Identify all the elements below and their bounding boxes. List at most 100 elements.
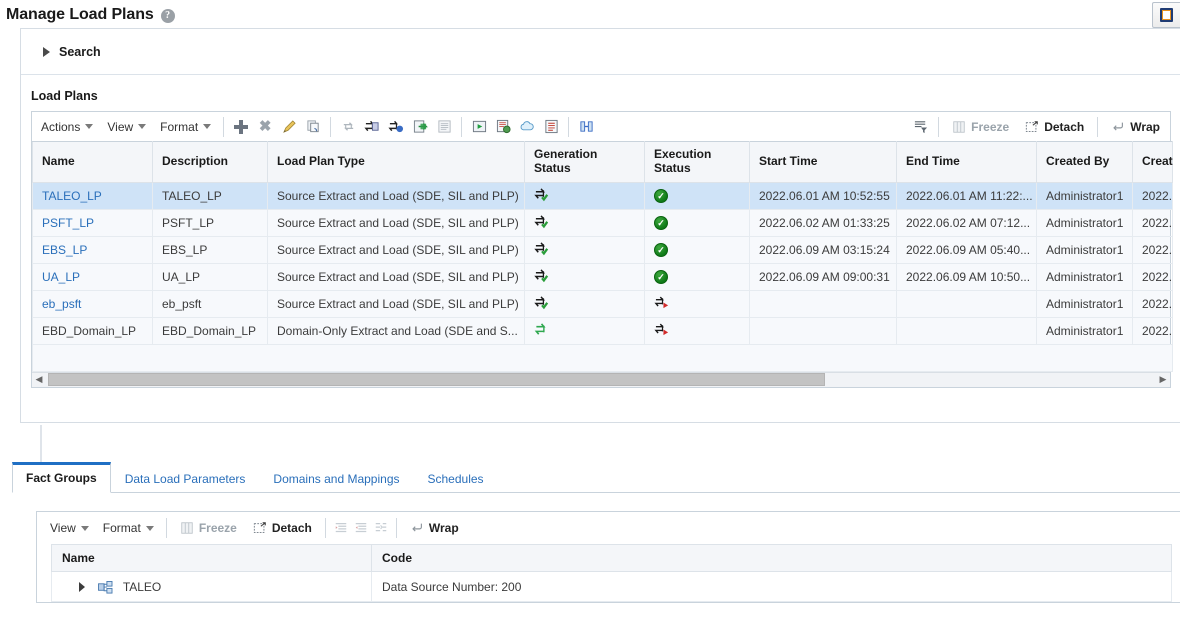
cell-created: 2022.0 — [1132, 236, 1173, 264]
cell-generation-status — [524, 182, 645, 210]
detach-button[interactable]: Detach — [1017, 117, 1092, 137]
grid-horizontal-scrollbar[interactable]: ◀ ▶ — [32, 371, 1170, 387]
wrap-button[interactable]: Wrap — [1103, 117, 1168, 137]
cell-name[interactable]: TALEO_LP — [32, 182, 153, 210]
freeze-icon — [181, 522, 193, 534]
fact-groups-detach-button[interactable]: Detach — [245, 518, 320, 538]
actions-menu[interactable]: Actions — [34, 117, 100, 137]
triangle-right-icon[interactable]: ▶ — [1156, 374, 1170, 385]
help-icon[interactable]: ? — [160, 8, 175, 23]
collapse-all-button[interactable] — [331, 519, 351, 537]
cell-name[interactable]: UA_LP — [32, 263, 153, 291]
column-header-created-by[interactable]: Created By — [1036, 141, 1133, 183]
table-row[interactable]: PSFT_LP PSFT_LP Source Extract and Load … — [32, 209, 1173, 237]
cell-code: Data Source Number: 200 — [371, 571, 1172, 602]
grid-filler-row — [32, 344, 1173, 372]
column-header-name[interactable]: Name — [32, 141, 153, 183]
column-header-load-plan-type[interactable]: Load Plan Type — [267, 141, 525, 183]
duplicate-button[interactable] — [301, 116, 325, 138]
edit-pencil-icon — [282, 120, 296, 133]
export-button[interactable] — [408, 116, 432, 138]
edit-button[interactable] — [277, 116, 301, 138]
not-started-icon — [654, 296, 669, 308]
cell-name[interactable]: EBS_LP — [32, 236, 153, 264]
search-section-header[interactable]: Search — [21, 29, 1180, 75]
load-plan-link[interactable]: EBS_LP — [42, 243, 87, 257]
cell-load-plan-type: Source Extract and Load (SDE, SIL and PL… — [267, 209, 525, 237]
chevron-down-icon — [80, 525, 89, 531]
load-plans-title: Load Plans — [31, 89, 98, 103]
column-header-execution-status[interactable]: Execution Status — [644, 141, 750, 183]
table-row[interactable]: TALEO Data Source Number: 200 — [51, 571, 1172, 602]
triangle-right-icon[interactable] — [79, 582, 86, 593]
checklist-button[interactable] — [539, 116, 563, 138]
fact-groups-format-menu[interactable]: Format — [96, 518, 161, 538]
execute-button[interactable] — [467, 116, 491, 138]
tab-fact-groups[interactable]: Fact Groups — [12, 462, 111, 493]
window-restore-icon — [1160, 8, 1173, 22]
table-row[interactable]: EBS_LP EBS_LP Source Extract and Load (S… — [32, 236, 1173, 264]
column-header-end-time[interactable]: End Time — [896, 141, 1037, 183]
success-check-icon: ✓ — [654, 189, 668, 204]
table-row[interactable]: TALEO_LP TALEO_LP Source Extract and Loa… — [32, 182, 1173, 210]
cell-name[interactable]: TALEO — [51, 571, 372, 602]
format-menu-label: Format — [160, 119, 199, 134]
cell-load-plan-type: Source Extract and Load (SDE, SIL and PL… — [267, 290, 525, 318]
success-check-icon: ✓ — [654, 243, 668, 258]
toolbar-separator — [938, 116, 940, 137]
column-header-created[interactable]: Creat — [1132, 141, 1173, 183]
format-menu[interactable]: Format — [153, 117, 218, 137]
column-header-generation-status[interactable]: Generation Status — [524, 141, 645, 183]
cell-load-plan-type: Source Extract and Load (SDE, SIL and PL… — [267, 263, 525, 291]
expand-all-button[interactable] — [351, 519, 371, 537]
view-menu[interactable]: View — [100, 117, 153, 137]
chevron-down-icon — [138, 124, 147, 129]
triangle-left-icon[interactable]: ◀ — [32, 374, 46, 385]
cell-start-time: 2022.06.09 AM 09:00:31 — [749, 263, 897, 291]
load-plan-link[interactable]: UA_LP — [42, 270, 80, 284]
fact-groups-view-menu[interactable]: View — [43, 518, 96, 538]
delete-button[interactable]: ✖ — [253, 116, 277, 138]
fact-groups-wrap-button[interactable]: Wrap — [402, 518, 467, 538]
window-restore-button[interactable] — [1152, 2, 1180, 28]
column-header-start-time[interactable]: Start Time — [749, 141, 897, 183]
table-row[interactable]: EBD_Domain_LP EBD_Domain_LP Domain-Only … — [32, 317, 1173, 345]
tab-data-load-parameters[interactable]: Data Load Parameters — [111, 465, 260, 493]
scrollbar-track[interactable] — [46, 373, 1156, 387]
cell-name[interactable]: eb_psft — [32, 290, 153, 318]
refresh-button[interactable] — [336, 116, 360, 138]
panel-splitter-handle[interactable] — [40, 425, 42, 463]
success-check-icon: ✓ — [654, 216, 668, 231]
regenerate-button[interactable] — [384, 116, 408, 138]
toolbar-separator — [461, 116, 463, 137]
add-button[interactable] — [229, 116, 253, 138]
fact-group-icon — [97, 581, 113, 594]
restart-button[interactable] — [574, 116, 598, 138]
column-header-name[interactable]: Name — [51, 544, 372, 572]
cell-load-plan-type: Source Extract and Load (SDE, SIL and PL… — [267, 236, 525, 264]
table-row[interactable]: UA_LP UA_LP Source Extract and Load (SDE… — [32, 263, 1173, 291]
execute-with-options-button[interactable] — [491, 116, 515, 138]
query-filter-button[interactable] — [909, 116, 933, 138]
report-button[interactable] — [432, 116, 456, 138]
scrollbar-thumb[interactable] — [48, 373, 825, 387]
load-plan-link[interactable]: eb_psft — [42, 297, 81, 311]
tab-fact-groups-label: Fact Groups — [26, 471, 97, 485]
tab-schedules[interactable]: Schedules — [414, 465, 498, 493]
load-plan-link[interactable]: PSFT_LP — [42, 216, 94, 230]
upload-button[interactable] — [515, 116, 539, 138]
column-header-code[interactable]: Code — [371, 544, 1172, 572]
cell-name[interactable]: PSFT_LP — [32, 209, 153, 237]
generate-button[interactable] — [360, 116, 384, 138]
tab-domains-and-mappings[interactable]: Domains and Mappings — [259, 465, 413, 493]
cell-end-time: 2022.06.09 AM 10:50... — [896, 263, 1037, 291]
table-row[interactable]: eb_psft eb_psft Source Extract and Load … — [32, 290, 1173, 318]
show-as-top-button[interactable] — [371, 519, 391, 537]
fact-groups-freeze-button[interactable]: Freeze — [172, 518, 245, 538]
column-header-description[interactable]: Description — [152, 141, 268, 183]
freeze-button[interactable]: Freeze — [944, 117, 1017, 137]
cell-execution-status — [644, 317, 750, 345]
fact-groups-grid: Name Code TALEO Data Source Number: 200 — [51, 544, 1172, 602]
chevron-down-icon — [85, 124, 94, 129]
load-plan-link[interactable]: TALEO_LP — [42, 189, 102, 203]
